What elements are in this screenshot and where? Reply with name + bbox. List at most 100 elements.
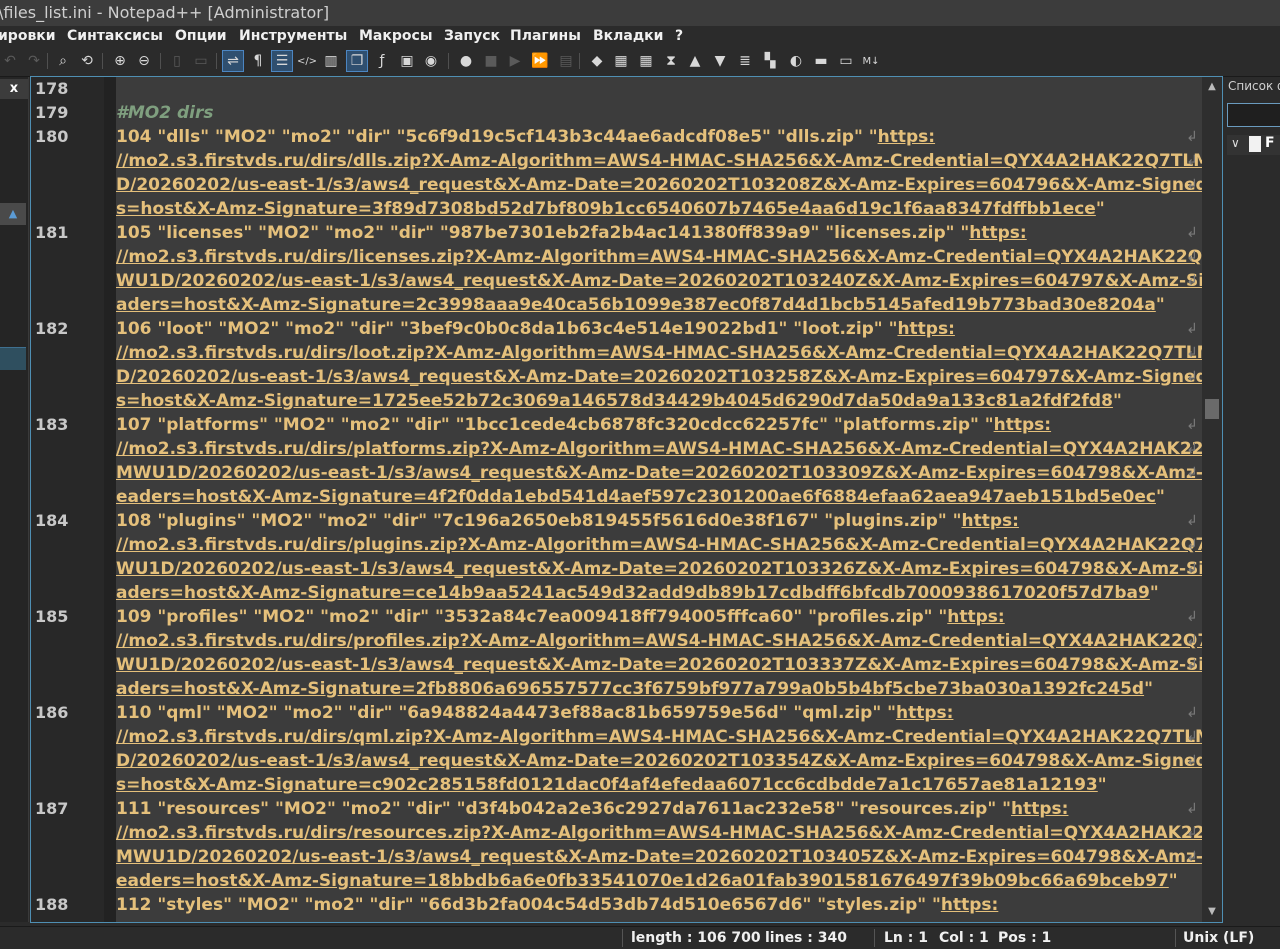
code-line-row[interactable]: D/20260202/us-east-1/s3/aws4_request&X-A… [116, 173, 1202, 197]
url-link[interactable]: aders=host&X-Amz-Signature=ce14b9aa5241a… [116, 583, 1150, 603]
code-line-row[interactable]: aders=host&X-Amz-Signature=ce14b9aa5241a… [116, 581, 1159, 605]
code-line-row[interactable]: s=host&X-Amz-Signature=c902c285158fd0121… [116, 773, 1107, 797]
code-line-row[interactable]: //mo2.s3.firstvds.ru/dirs/loot.zip?X-Amz… [116, 341, 1202, 365]
plugin-globe-icon[interactable]: ◐ [786, 51, 806, 71]
code-line-row[interactable]: eaders=host&X-Amz-Signature=4f2f0dda1ebd… [116, 485, 1165, 509]
xml-tag-icon[interactable]: </> [297, 51, 317, 71]
find-icon[interactable]: ⌕ [53, 51, 73, 71]
zoom-in-icon[interactable]: ⊕ [110, 51, 130, 71]
url-link[interactable]: //mo2.s3.firstvds.ru/dirs/plugins.zip?X-… [116, 535, 1202, 555]
plugin-grid-icon[interactable]: ▦ [611, 51, 631, 71]
url-link[interactable]: s=host&X-Amz-Signature=c902c285158fd0121… [116, 775, 1098, 795]
sync-horizontal-icon[interactable]: ▭ [191, 51, 211, 71]
panel-selected-item[interactable] [0, 347, 26, 370]
monitoring-icon[interactable]: ◉ [421, 51, 441, 71]
editor-pane[interactable]: 178 179 180 181 182 183 184 185 186 187 188 #MO2 d… [30, 76, 1223, 923]
url-link[interactable]: WU1D/20260202/us-east-1/s3/aws4_request&… [116, 655, 1202, 675]
url-link[interactable]: https: [961, 511, 1018, 531]
code-line-row[interactable]: //mo2.s3.firstvds.ru/dirs/dlls.zip?X-Amz… [116, 149, 1202, 173]
panel-scroll-up-icon[interactable]: ▲ [0, 203, 26, 225]
url-link[interactable]: MWU1D/20260202/us-east-1/s3/aws4_request… [116, 847, 1202, 867]
indent-guide-icon[interactable]: ☰ [271, 50, 293, 72]
fold-margin[interactable] [104, 77, 116, 922]
code-line-row[interactable]: D/20260202/us-east-1/s3/aws4_request&X-A… [116, 365, 1202, 389]
move-up-icon[interactable]: ▲ [685, 51, 705, 71]
document-map-icon[interactable]: ▥ [321, 51, 341, 71]
url-link[interactable]: //mo2.s3.firstvds.ru/dirs/loot.zip?X-Amz… [116, 343, 1202, 363]
url-link[interactable]: WU1D/20260202/us-east-1/s3/aws4_request&… [116, 271, 1202, 291]
menu-item-5[interactable]: Запуск [444, 28, 500, 44]
undo-icon[interactable]: ↶ [0, 51, 20, 71]
menu-item-0[interactable]: ировки [0, 28, 56, 44]
code-line-row[interactable]: aders=host&X-Amz-Signature=2fb8806a69655… [116, 677, 1153, 701]
plugin-pin-icon[interactable]: ◆ [587, 51, 607, 71]
url-link[interactable]: https: [994, 415, 1051, 435]
code-line-row[interactable]: 104 "dlls" "MO2" "mo2" "dir" "5c6f9d19c5… [116, 125, 935, 149]
code-line-row[interactable]: 112 "styles" "MO2" "mo2" "dir" "66d3b2fa… [116, 893, 998, 917]
scrollbar-thumb[interactable] [1205, 399, 1219, 419]
code-line-row[interactable]: WU1D/20260202/us-east-1/s3/aws4_request&… [116, 653, 1202, 677]
document-list-icon[interactable]: ❐ [346, 50, 368, 72]
code-line-row[interactable]: aders=host&X-Amz-Signature=2c3998aaa9e40… [116, 293, 1165, 317]
markdown-icon[interactable]: M↓ [861, 51, 881, 71]
code-line-row[interactable]: WU1D/20260202/us-east-1/s3/aws4_request&… [116, 269, 1202, 293]
url-link[interactable]: https: [941, 895, 998, 915]
url-link[interactable]: aders=host&X-Amz-Signature=2c3998aaa9e40… [116, 295, 1156, 315]
code-line-row[interactable]: WU1D/20260202/us-east-1/s3/aws4_request&… [116, 557, 1202, 581]
editor-text-area[interactable]: #MO2 dirs 104 "dlls" "MO2" "mo2" "dir" "5… [116, 77, 1202, 922]
url-link[interactable]: https: [1011, 799, 1068, 819]
url-link[interactable]: eaders=host&X-Amz-Signature=4f2f0dda1ebd… [116, 487, 1156, 507]
menu-item-1[interactable]: Синтаксисы [67, 28, 163, 44]
code-line-row[interactable]: 107 "platforms" "MO2" "mo2" "dir" "1bcc1… [116, 413, 1051, 437]
folder-as-workspace-icon[interactable]: ▣ [397, 51, 417, 71]
url-link[interactable]: //mo2.s3.firstvds.ru/dirs/platforms.zip?… [116, 439, 1202, 459]
url-link[interactable]: D/20260202/us-east-1/s3/aws4_request&X-A… [116, 751, 1202, 771]
code-line-row[interactable]: D/20260202/us-east-1/s3/aws4_request&X-A… [116, 749, 1202, 773]
url-link[interactable]: eaders=host&X-Amz-Signature=18bbdb6a6e0f… [116, 871, 1169, 891]
url-link[interactable]: aders=host&X-Amz-Signature=2fb8806a69655… [116, 679, 1144, 699]
code-line-row[interactable]: 106 "loot" "MO2" "mo2" "dir" "3bef9c0b0c… [116, 317, 955, 341]
url-link[interactable]: https: [947, 607, 1004, 627]
play-macro-icon[interactable]: ▶ [505, 51, 525, 71]
plugin-compare-icon[interactable]: ▚ [760, 51, 780, 71]
code-line-row[interactable]: //mo2.s3.firstvds.ru/dirs/licenses.zip?X… [116, 245, 1202, 269]
menu-item-4[interactable]: Макросы [359, 28, 432, 44]
menu-item-3[interactable]: Инструменты [239, 28, 347, 44]
run-macro-multiple-icon[interactable]: ⏩ [530, 51, 550, 71]
plugin-sort-icon[interactable]: ≣ [735, 51, 755, 71]
url-link[interactable]: s=host&X-Amz-Signature=3f89d7308bd52d7bf… [116, 199, 1096, 219]
menu-item-7[interactable]: Вкладки [593, 28, 664, 44]
code-line-row[interactable]: 111 "resources" "MO2" "mo2" "dir" "d3f4b… [116, 797, 1068, 821]
code-line-row[interactable]: 110 "qml" "MO2" "mo2" "dir" "6a948824a44… [116, 701, 953, 725]
code-line-row[interactable]: //mo2.s3.firstvds.ru/dirs/qml.zip?X-Amz-… [116, 725, 1202, 749]
console-icon[interactable]: ▭ [836, 51, 856, 71]
url-link[interactable]: D/20260202/us-east-1/s3/aws4_request&X-A… [116, 367, 1202, 387]
sync-vertical-icon[interactable]: ▯ [167, 51, 187, 71]
stop-macro-icon[interactable]: ■ [481, 51, 501, 71]
code-line-row[interactable]: 105 "licenses" "MO2" "mo2" "dir" "987be7… [116, 221, 1027, 245]
scroll-up-icon[interactable]: ▲ [1202, 77, 1222, 97]
function-list-search-input[interactable] [1227, 103, 1280, 127]
code-line-row[interactable]: #MO2 dirs [116, 101, 213, 125]
function-list-tree-item[interactable]: ∨ F [1227, 135, 1280, 155]
menu-item-2[interactable]: Опции [175, 28, 227, 44]
record-macro-icon[interactable]: ● [456, 51, 476, 71]
url-link[interactable]: s=host&X-Amz-Signature=1725ee52b72c3069a… [116, 391, 1113, 411]
url-link[interactable]: https: [896, 703, 953, 723]
code-line-row[interactable]: //mo2.s3.firstvds.ru/dirs/resources.zip?… [116, 821, 1202, 845]
vertical-scrollbar[interactable]: ▲ ▼ [1202, 77, 1222, 922]
url-link[interactable]: https: [878, 127, 935, 147]
status-eol-format[interactable]: Unix (LF) [1183, 930, 1254, 946]
url-link[interactable]: MWU1D/20260202/us-east-1/s3/aws4_request… [116, 463, 1202, 483]
function-list-icon[interactable]: ƒ [372, 51, 392, 71]
url-link[interactable]: //mo2.s3.firstvds.ru/dirs/licenses.zip?X… [116, 247, 1202, 267]
code-line-row[interactable]: 108 "plugins" "MO2" "mo2" "dir" "7c196a2… [116, 509, 1019, 533]
plugin-collapse-icon[interactable]: ⧗ [661, 51, 681, 71]
code-line-row[interactable]: MWU1D/20260202/us-east-1/s3/aws4_request… [116, 461, 1202, 485]
replace-icon[interactable]: ⟲ [77, 51, 97, 71]
url-link[interactable]: WU1D/20260202/us-east-1/s3/aws4_request&… [116, 559, 1202, 579]
word-wrap-icon[interactable]: ⇌ [222, 50, 244, 72]
redo-icon[interactable]: ↷ [24, 51, 44, 71]
chevron-down-icon[interactable]: ∨ [1231, 136, 1240, 150]
code-line-row[interactable]: eaders=host&X-Amz-Signature=18bbdb6a6e0f… [116, 869, 1178, 893]
